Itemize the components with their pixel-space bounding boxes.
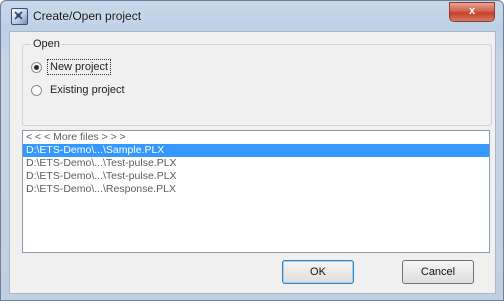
more-files-item[interactable]: < < < More files > > > [23,131,489,144]
cancel-button[interactable]: Cancel [402,260,474,284]
existing-project-option[interactable]: Existing project [31,82,127,98]
list-item[interactable]: D:\ETS-Demo\...\Response.PLX [23,183,489,196]
open-group-legend: Open [31,38,62,50]
app-icon [11,8,28,25]
title-bar[interactable]: Create/Open project x [1,1,503,31]
new-project-radio[interactable] [31,61,42,73]
new-project-label[interactable]: New project [46,59,112,75]
create-open-project-dialog: Create/Open project x Open New project E… [0,0,504,301]
window-title: Create/Open project [33,9,142,23]
ok-button[interactable]: OK [282,260,354,284]
dialog-body: Open New project Existing project < < < … [9,31,496,294]
existing-project-radio[interactable] [31,84,42,96]
existing-project-label[interactable]: Existing project [48,83,127,97]
new-project-option[interactable]: New project [31,59,112,75]
recent-files-list[interactable]: < < < More files > > > D:\ETS-Demo\...\S… [22,130,490,253]
list-item[interactable]: D:\ETS-Demo\...\Sample.PLX [23,144,489,157]
close-button[interactable]: x [449,2,495,22]
open-groupbox: Open New project Existing project [22,38,492,126]
list-item[interactable]: D:\ETS-Demo\...\Test-pulse.PLX [23,170,489,183]
list-item[interactable]: D:\ETS-Demo\...\Test-pulse.PLX [23,157,489,170]
